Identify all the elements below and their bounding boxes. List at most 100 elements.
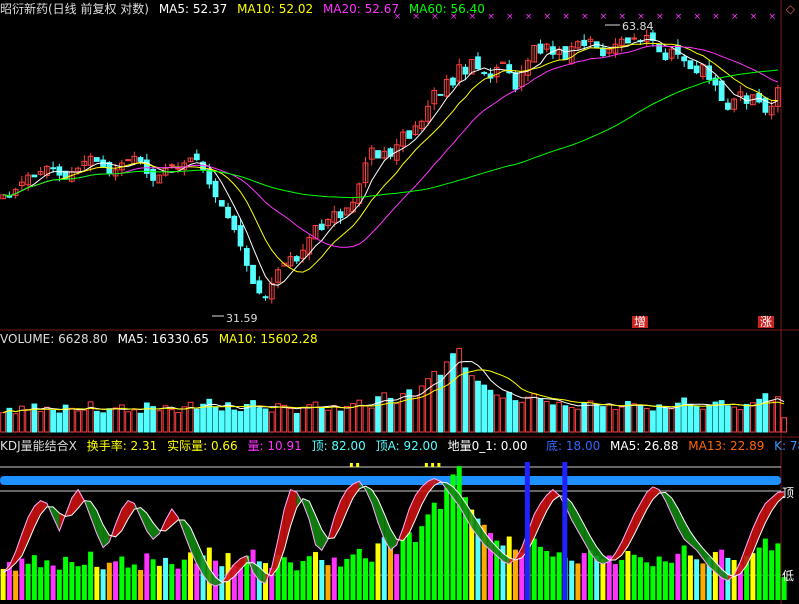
ma10-readout: MA10: 52.02 — [237, 2, 314, 16]
volume-bar — [543, 400, 550, 433]
candle-body — [375, 150, 381, 159]
candle-body — [175, 167, 181, 170]
candle-body — [243, 248, 250, 266]
volume-bar — [106, 408, 113, 433]
kd-fill — [684, 520, 691, 545]
candle-body — [93, 157, 100, 162]
volume-bar — [362, 405, 369, 433]
kdj-volume-bar — [694, 559, 700, 600]
turnover-readout: 换手率: 2.31 — [86, 439, 158, 453]
volume-bar — [450, 353, 456, 433]
volume-bar — [50, 410, 56, 433]
candle-body — [212, 180, 219, 198]
volume-legend: VOLUME: 6628.80 MA5: 16330.65 MA10: 1560… — [0, 331, 324, 347]
volume-bar — [400, 393, 406, 433]
volume-bar — [37, 411, 44, 433]
kdj-volume-bar — [550, 556, 556, 600]
actual-volume-readout: 实际量: 0.66 — [167, 439, 238, 453]
candle-body — [237, 225, 244, 247]
volume-bar — [250, 400, 256, 433]
kdj-volume-bar — [369, 561, 375, 600]
ma20-readout: MA20: 52.67 — [322, 2, 399, 16]
kdj-volume-bar — [750, 553, 756, 600]
volume-bar — [56, 412, 63, 433]
volume-bar — [300, 407, 306, 433]
kdj-volume-bar — [619, 559, 625, 600]
kdj-volume-bar — [419, 526, 425, 600]
kdj-volume-bar — [456, 466, 462, 600]
volume-bar — [231, 409, 238, 433]
kdj-volume-bar — [650, 566, 656, 600]
volume-panel — [0, 348, 787, 433]
kdj-volume-bar — [175, 568, 181, 600]
kdj-volume-bar — [56, 569, 62, 600]
kdj-volume-bar — [188, 552, 194, 600]
volume-bar — [700, 408, 706, 433]
ding-label: 顶 — [782, 486, 794, 500]
kdj-volume-bar — [331, 557, 337, 600]
volume-bar — [150, 406, 156, 433]
candle-body — [137, 157, 144, 162]
volume-bar — [225, 402, 231, 433]
candle-body — [475, 56, 481, 70]
volume-bar — [343, 405, 350, 433]
volume-bar — [637, 404, 644, 433]
volume-bar — [600, 406, 606, 433]
kdj-volume-bar — [631, 554, 637, 600]
volume-bar — [100, 412, 106, 433]
kdj-volume-bar — [431, 502, 437, 600]
signal-x-mark: × — [675, 12, 683, 22]
ma5-readout: MA5: 52.37 — [158, 2, 228, 16]
kdj-volume-bar — [181, 559, 187, 600]
kd-fill — [584, 524, 591, 554]
candle-body — [256, 280, 263, 294]
kdj-volume-bar — [294, 570, 300, 600]
volume-bar — [643, 408, 650, 433]
chart-canvas: × × × × × × × × × × × × × × × × × × × × × 63.84 31.59 增 涨 顶 … — [0, 0, 799, 604]
candle-body — [718, 80, 725, 102]
volume-bar — [581, 402, 588, 433]
kdj-volume-bar — [100, 569, 106, 600]
ground-volume-readout: 地量0_1: 0.00 — [447, 439, 528, 453]
kdj-volume-bar — [625, 551, 631, 600]
kd-fill — [34, 500, 41, 528]
volume-metric-readout: 量: 10.91 — [247, 439, 302, 453]
kdj-volume-bar — [288, 562, 294, 600]
volume-bar — [650, 410, 656, 433]
volume-bar — [656, 404, 663, 433]
volume-bar — [125, 411, 131, 433]
kdj-volume-bar — [519, 552, 525, 600]
kdj-volume-bar — [600, 559, 606, 600]
kdj-volume-bar — [681, 545, 687, 600]
kdj-volume-bar — [163, 557, 169, 600]
candle-body — [225, 206, 231, 219]
kdj-ma5-readout: MA5: 26.88 — [610, 439, 679, 453]
volume-bar — [618, 406, 625, 433]
volume-bar — [25, 408, 31, 433]
kdj-volume-bar — [756, 547, 762, 600]
volume-bar — [181, 406, 188, 433]
topA-readout: 顶A: 92.00 — [375, 439, 438, 453]
volume-bar — [87, 401, 94, 433]
di-label: 低 — [782, 569, 794, 583]
volume-bar — [237, 411, 244, 433]
kdj-panel — [0, 462, 787, 600]
candle-body — [125, 159, 131, 162]
kdj-volume-bar — [612, 564, 618, 600]
diamond-icon[interactable]: ◇ — [786, 2, 795, 16]
kdj-volume-bar — [700, 563, 706, 600]
kdj-legend-right: 底: 18.00 MA5: 26.88 MA13: 22.89 K: 78.49 — [546, 438, 799, 454]
kdj-volume-bar — [44, 560, 50, 600]
kdj-volume-bar — [388, 546, 393, 600]
volume-bar — [168, 409, 175, 433]
kdj-volume-bar — [50, 565, 56, 600]
volume-bar — [737, 409, 744, 433]
volume-bar — [0, 412, 6, 433]
ma20-line — [3, 45, 779, 248]
volume-bar — [137, 412, 144, 433]
volume-bar — [481, 384, 488, 433]
kdj-volume-bar — [669, 562, 675, 600]
kdj-volume-bar — [94, 566, 100, 600]
ma5-line — [3, 38, 779, 286]
volume-ma5-readout: MA5: 16330.65 — [117, 332, 209, 346]
